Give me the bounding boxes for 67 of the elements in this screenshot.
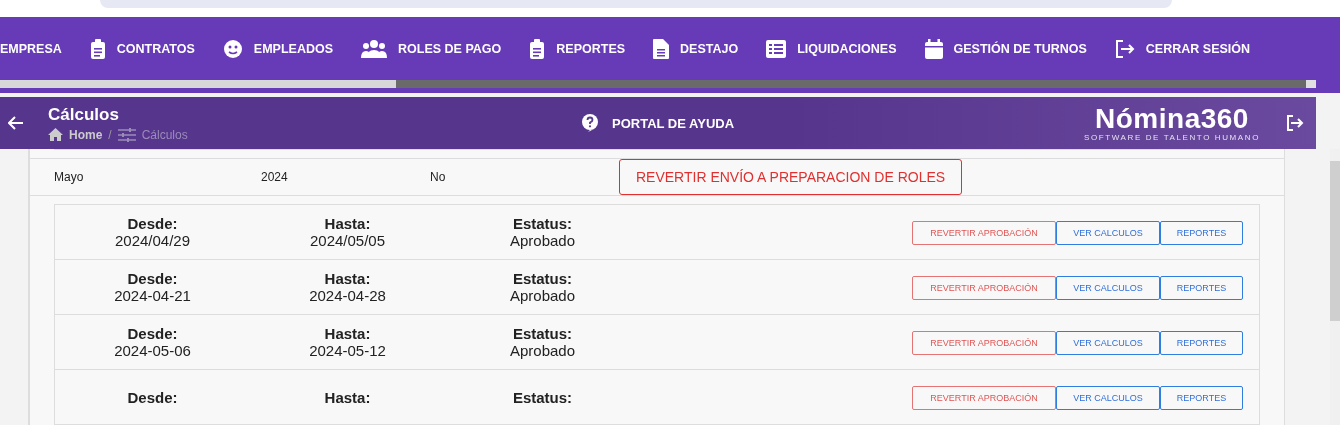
nav-link[interactable]: CERRAR SESIÓN — [1100, 39, 1265, 58]
date-value: 2024/05/05 — [309, 232, 386, 249]
date-value: 2024-04-21 — [114, 287, 191, 304]
action-button[interactable]: REVERTIR APROBACIÓN — [912, 221, 1056, 245]
document-icon — [653, 38, 670, 59]
field-label: Desde: — [127, 388, 178, 406]
home-icon — [48, 128, 63, 141]
action-button[interactable]: VER CALCULOS — [1056, 386, 1160, 410]
nav-link[interactable]: LIQUIDACIONES — [752, 39, 911, 58]
horizontal-scrollbar[interactable] — [0, 80, 1316, 88]
field-label: Desde: — [127, 215, 178, 232]
calendar-icon — [924, 38, 943, 59]
action-button[interactable]: REVERTIR APROBACIÓN — [912, 331, 1056, 355]
action-button[interactable]: REPORTES — [1160, 386, 1243, 410]
logo-wordmark: Nómina360 — [1095, 104, 1249, 133]
nav-link[interactable]: REPORTES — [515, 38, 640, 59]
field-label: Desde: — [127, 270, 178, 287]
year-cell-text: 2024 — [261, 170, 289, 184]
field-label: Estatus: — [512, 270, 573, 287]
clipboard-icon — [529, 38, 546, 59]
field-label: Hasta: — [324, 270, 371, 287]
nav-link[interactable]: EMPRESA — [0, 41, 76, 56]
field-label: Desde: — [127, 325, 178, 342]
field-label: Hasta: — [324, 388, 371, 406]
action-button[interactable]: REVERTIR APROBACIÓN — [912, 276, 1056, 300]
action-button[interactable]: REPORTES — [1160, 276, 1243, 300]
page-title: Cálculos — [48, 104, 120, 125]
field-label: Estatus: — [512, 215, 573, 232]
breadcrumb-link[interactable]: Home — [69, 127, 103, 142]
nav-link[interactable]: CONTRATOS — [75, 38, 209, 59]
status-value: Aprobado — [509, 342, 576, 359]
action-button[interactable]: VER CALCULOS — [1056, 331, 1160, 355]
list-icon — [766, 39, 787, 58]
nav-link[interactable]: GESTIÓN DE TURNOS — [910, 38, 1101, 59]
face-icon — [222, 38, 243, 59]
action-button[interactable]: REPORTES — [1160, 331, 1243, 355]
field-label: Estatus: — [512, 388, 573, 406]
revert-send-button[interactable]: REVERTIR ENVÍO A PREPARACION DE ROLES — [619, 159, 963, 195]
nav-link[interactable]: ROLES DE PAGO — [347, 38, 516, 59]
date-value: 2024/04/29 — [114, 232, 191, 249]
back-arrow-icon[interactable] — [8, 116, 24, 130]
field-label: Hasta: — [324, 325, 371, 342]
action-button[interactable]: REVERTIR APROBACIÓN — [912, 386, 1056, 410]
field-label: Estatus: — [512, 325, 573, 342]
action-button[interactable]: VER CALCULOS — [1056, 276, 1160, 300]
logo-tagline: SOFTWARE DE TALENTO HUMANO — [1084, 132, 1260, 142]
help-portal-link[interactable]: PORTAL DE AYUDA — [582, 114, 735, 132]
breadcrumb-current: Cálculos — [141, 127, 188, 142]
action-button[interactable]: REPORTES — [1160, 221, 1243, 245]
logout-icon[interactable] — [1286, 115, 1304, 131]
field-label: Hasta: — [324, 215, 371, 232]
status-value: Aprobado — [509, 287, 576, 304]
breadcrumb-separator: / — [108, 127, 112, 142]
logout-icon — [1114, 39, 1135, 58]
date-value: 2024-05-06 — [114, 342, 191, 359]
users-icon — [361, 38, 388, 59]
status-value: Aprobado — [509, 232, 576, 249]
sliders-icon — [117, 127, 136, 142]
sent-cell-text: No — [430, 170, 447, 184]
date-value: 2024-05-12 — [309, 342, 386, 359]
date-value: 2024-04-28 — [309, 287, 386, 304]
nav-link[interactable]: DESTAJO — [639, 38, 753, 59]
nav-link[interactable]: EMPLEADOS — [208, 38, 348, 59]
question-icon — [582, 114, 598, 132]
month-cell-text: Mayo — [54, 170, 85, 184]
clipboard-icon — [89, 38, 106, 59]
action-button[interactable]: VER CALCULOS — [1056, 221, 1160, 245]
